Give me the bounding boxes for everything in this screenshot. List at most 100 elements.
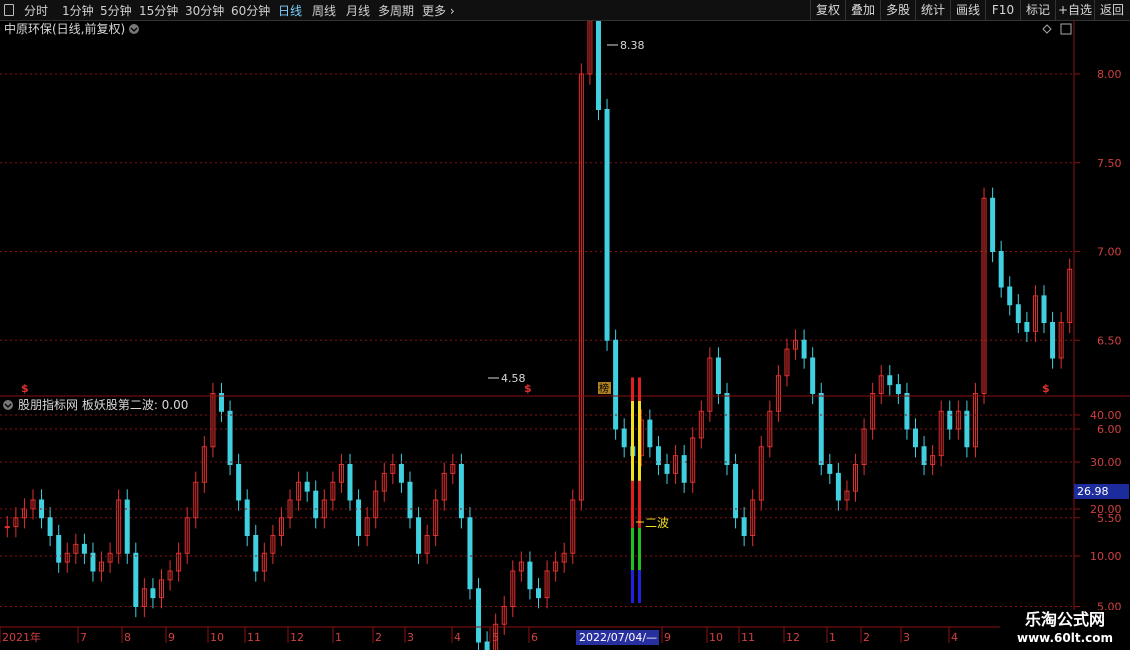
fuquan-button[interactable]: 复权 xyxy=(810,0,845,20)
period-tab-15min[interactable]: 15分钟 xyxy=(139,2,178,19)
date-tick-label: 11 xyxy=(247,631,261,644)
high-price-label: 8.38 xyxy=(620,39,645,52)
date-tick-label: 10 xyxy=(709,631,723,644)
price-tick-label: 7.50 xyxy=(1097,157,1122,170)
period-tab-daily[interactable]: 日线 xyxy=(278,2,302,19)
candle-body xyxy=(253,535,259,572)
watermark: 乐淘公式网 www.60lt.com xyxy=(1000,610,1130,650)
candle-body xyxy=(347,464,353,501)
candle-body xyxy=(227,410,233,465)
more-label: 更多 xyxy=(422,4,447,18)
candle-body xyxy=(818,393,824,465)
indicator-bar-segment xyxy=(638,570,641,603)
candle-body xyxy=(604,109,610,341)
candle-body xyxy=(827,464,833,474)
event-mark-dividend[interactable]: $ xyxy=(21,382,29,395)
statistics-button[interactable]: 统计 xyxy=(915,0,950,20)
date-tick-label: 1 xyxy=(335,631,342,644)
candle-body xyxy=(124,499,130,554)
indicator-bar-segment xyxy=(638,377,641,401)
candle-body xyxy=(1015,304,1021,323)
add-watchlist-button[interactable]: +自选 xyxy=(1055,0,1094,20)
kline-chart[interactable]: 中原环保(日线,前复权) 8.007.507.006.506.005.505.0… xyxy=(0,21,1130,650)
candle-body xyxy=(1050,322,1056,359)
low-price-label: 4.58 xyxy=(501,372,526,385)
candle-body xyxy=(4,526,10,529)
candle-body xyxy=(715,357,721,394)
candle-body xyxy=(835,472,841,501)
date-tick-label: 9 xyxy=(168,631,175,644)
stock-title: 中原环保(日线,前复权) xyxy=(4,21,125,36)
indicator-tick-label: 10.00 xyxy=(1090,550,1122,563)
candle-body xyxy=(947,410,953,430)
overlay-button[interactable]: 叠加 xyxy=(845,0,880,20)
indicator-bar-segment xyxy=(638,527,641,571)
price-tick-label: 6.50 xyxy=(1097,334,1122,347)
watermark-url: www.60lt.com xyxy=(1016,631,1114,645)
candle-body xyxy=(484,641,490,650)
candle-body xyxy=(407,481,413,519)
indicator-axis: 40.00 30.00 20.00 10.00 xyxy=(0,397,1122,627)
period-tab-multi[interactable]: 多周期 xyxy=(378,2,414,19)
period-tab-1min[interactable]: 1分钟 xyxy=(62,2,94,19)
candle-body xyxy=(681,455,687,483)
indicator-title: 股朋指标网 板妖股第二波: 0.00 xyxy=(18,397,188,412)
period-tab-fenshi[interactable]: 分时 xyxy=(24,2,48,19)
date-tick-label: 7 xyxy=(80,631,87,644)
indicator-tick-label: 30.00 xyxy=(1090,456,1122,469)
back-button[interactable]: 返回 xyxy=(1094,0,1129,20)
date-tick-label: 11 xyxy=(741,631,755,644)
price-tick-label: 7.00 xyxy=(1097,246,1122,259)
candle-body xyxy=(655,446,661,465)
candle-body xyxy=(458,464,464,519)
candle-body xyxy=(356,499,362,536)
period-tab-30min[interactable]: 30分钟 xyxy=(185,2,224,19)
event-mark-dividend[interactable]: $ xyxy=(1042,382,1050,395)
period-toolbar: 分时 1分钟 5分钟 15分钟 30分钟 60分钟 日线 周线 月线 多周期 更… xyxy=(0,0,1130,21)
indicator-bar-segment xyxy=(638,400,641,481)
date-tick-label: 6 xyxy=(531,631,538,644)
period-tab-60min[interactable]: 60分钟 xyxy=(231,2,270,19)
candle-body xyxy=(527,561,533,590)
second-wave-annotation: 二波 xyxy=(645,516,669,530)
date-tick-label: 2 xyxy=(863,631,870,644)
period-tab-more[interactable]: 更多 › xyxy=(422,2,455,19)
candle-body xyxy=(998,251,1004,288)
mark-button[interactable]: 标记 xyxy=(1020,0,1055,20)
indicator-dropdown-icon[interactable] xyxy=(3,400,13,410)
period-tab-monthly[interactable]: 月线 xyxy=(346,2,370,19)
date-tick-label: 9 xyxy=(664,631,671,644)
date-tick-label: 12 xyxy=(290,631,304,644)
window-toggle-icon[interactable] xyxy=(4,4,14,16)
candle-body xyxy=(244,499,250,536)
event-mark-dividend[interactable]: $ xyxy=(524,382,532,395)
candle-body xyxy=(647,419,653,448)
date-tick-label: 5 xyxy=(492,631,499,644)
candle-body xyxy=(81,543,87,554)
indicator-bars xyxy=(631,377,641,603)
date-tick-label: 3 xyxy=(407,631,414,644)
date-tick-label: 4 xyxy=(951,631,958,644)
f10-button[interactable]: F10 xyxy=(985,0,1020,20)
candle-body xyxy=(416,517,422,554)
cursor-date-badge: 2022/07/04/— xyxy=(576,630,659,645)
draw-line-button[interactable]: 画线 xyxy=(950,0,985,20)
candle-body xyxy=(467,517,473,590)
candle-body xyxy=(801,339,807,359)
grid-lines xyxy=(0,73,1074,607)
date-tick-label: 10 xyxy=(210,631,224,644)
title-dropdown-icon[interactable] xyxy=(129,24,139,34)
candle-body xyxy=(536,588,541,599)
cursor-value-badge: 26.98 xyxy=(1074,484,1129,499)
candle-body xyxy=(595,21,601,110)
period-tab-5min[interactable]: 5分钟 xyxy=(100,2,132,19)
candle-body xyxy=(964,410,970,448)
multi-stock-button[interactable]: 多股 xyxy=(880,0,915,20)
candle-body xyxy=(664,464,670,474)
diamond-icon[interactable] xyxy=(1042,24,1052,34)
panel-toggle-icon[interactable] xyxy=(1060,23,1072,35)
indicator-bar-segment xyxy=(631,480,634,528)
dragon-tiger-label: 榜 xyxy=(599,382,609,395)
candle-body xyxy=(724,393,730,465)
period-tab-weekly[interactable]: 周线 xyxy=(312,2,336,19)
